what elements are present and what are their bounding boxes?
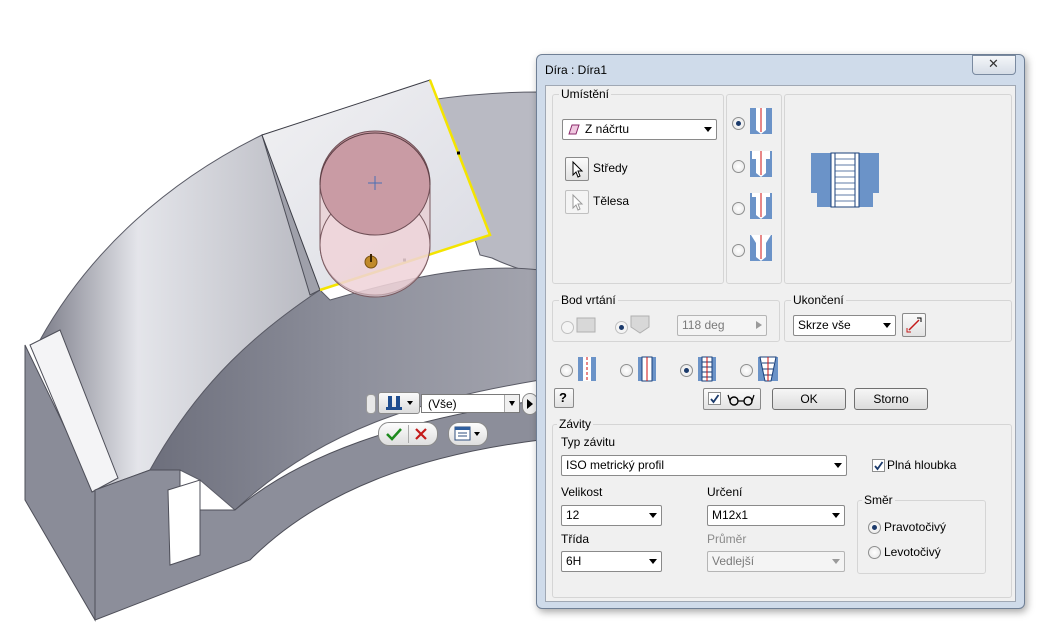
placement-mode-combo[interactable]: Z náčrtu [562,119,717,140]
full-depth-checkbox[interactable] [872,459,885,472]
hole-type-radio-simple[interactable] [732,117,745,130]
hole-type-icon [386,396,413,410]
play-arrow-icon [756,321,762,329]
simple-hole-icon [750,108,772,134]
preview-checkbox[interactable] [708,392,721,405]
hole-kind-radio-clearance[interactable] [620,364,633,377]
flip-direction-icon [906,317,922,333]
centers-select-button[interactable] [565,157,589,181]
designation-label: Určení [707,485,743,499]
chevron-down-icon [504,395,519,412]
left-hand-label: Levotočivý [884,545,941,559]
close-icon[interactable] [413,426,429,442]
clearance-icon [638,356,656,382]
right-hand-label: Pravotočivý [884,520,947,534]
close-icon: ✕ [988,56,999,71]
mini-ok-cancel [378,422,438,446]
taper-tapped-icon [758,356,778,382]
dialog-body: Umístění Z náčrtu Středy Tělesa Bod vrtá… [545,85,1016,602]
hole-type-dropdown-button[interactable] [378,392,420,414]
dialog-options-icon [454,426,480,441]
threads-group: Závity Typ závitu ISO metrický profil Pl… [552,417,1012,598]
mini-options-button[interactable] [448,422,488,446]
tapped-icon [698,356,716,382]
designation-combo[interactable]: M12x1 [707,505,845,526]
thread-type-label: Typ závitu [561,435,616,449]
hole-kind-radio-taper-tapped[interactable] [740,364,753,377]
placement-group: Umístění Z náčrtu Středy Tělesa [552,87,724,284]
drill-point-group: Bod vrtání 118 deg [552,293,780,342]
mini-toolbar-grip[interactable] [366,394,376,414]
cancel-button[interactable]: Storno [854,388,928,410]
hole-type-radio-countersink[interactable] [732,244,745,257]
dialog-close-button[interactable]: ✕ [972,55,1016,75]
hole-type-radio-spotface[interactable] [732,202,745,215]
direction-group: Směr Pravotočivý Levotočivý [857,493,986,574]
termination-group: Ukončení Skrze vše [784,293,1012,342]
selection-filter-combo[interactable]: (Vše) [421,394,520,413]
right-hand-radio[interactable] [868,521,881,534]
countersink-hole-icon [750,235,772,261]
dialog-title: Díra : Díra1 [545,63,608,77]
drill-point-flat-radio[interactable] [561,321,574,334]
drill-point-angle-field[interactable]: 118 deg [677,315,767,336]
hole-dialog: Díra : Díra1 ✕ Umístění Z náčrtu Středy … [536,54,1025,609]
angle-drill-point-icon [630,315,650,334]
spotface-hole-icon [750,193,772,219]
thread-type-combo[interactable]: ISO metrický profil [561,455,847,476]
hole-preview [319,130,431,298]
chevron-down-icon [704,127,712,132]
ring-bottom-slot [167,479,201,566]
drill-point-angle-radio[interactable] [615,321,628,334]
help-button[interactable]: ? [554,388,574,408]
hole-type-radio-counterbore[interactable] [732,160,745,173]
flip-direction-button[interactable] [902,313,926,337]
chevron-down-icon [832,513,840,518]
chevron-down-icon [649,559,657,564]
chevron-down-icon [834,463,842,468]
mini-toolbar: (Vše) [366,392,538,415]
counterbore-hole-icon [750,151,772,177]
glasses-icon [727,394,755,406]
cursor-arrow-icon [572,193,584,211]
diameter-label: Průměr [707,532,747,546]
hole-preview-panel [784,94,1012,284]
size-label: Velikost [561,485,603,499]
chevron-down-icon [649,513,657,518]
chevron-down-icon [832,559,840,564]
solids-label: Tělesa [593,194,630,208]
diameter-combo[interactable]: Vedlejší [707,551,845,572]
hole-type-group [726,94,782,284]
hole-kind-radio-tapped[interactable] [680,364,693,377]
size-combo[interactable]: 12 [561,505,662,526]
termination-combo[interactable]: Skrze vše [793,315,896,336]
class-label: Třída [561,532,590,546]
chevron-down-icon [883,323,891,328]
preview-toggle [703,388,761,410]
check-icon[interactable] [385,426,403,442]
tapped-hole-section-preview [811,152,879,208]
full-depth-label: Plná hloubka [887,458,957,472]
simple-drill-icon [578,357,596,381]
ok-button[interactable]: OK [772,388,846,410]
class-combo[interactable]: 6H [561,551,662,572]
left-hand-radio[interactable] [868,546,881,559]
cursor-arrow-icon [572,160,584,178]
centers-label: Středy [593,161,628,175]
hole-kind-radio-simple[interactable] [560,364,573,377]
flat-drill-point-icon [576,317,596,333]
help-icon: ? [559,390,567,405]
sketch-icon [568,124,580,135]
solids-select-button[interactable] [565,190,589,214]
